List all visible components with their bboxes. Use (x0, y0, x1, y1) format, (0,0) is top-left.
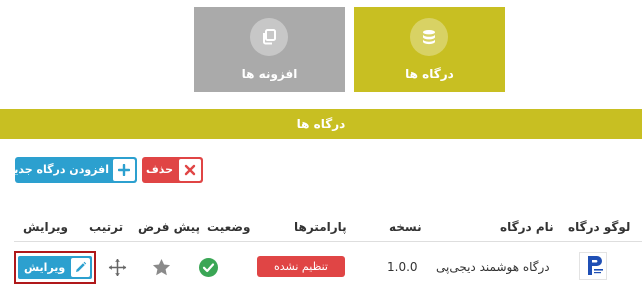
delete-label: حذف (145, 163, 173, 176)
edit-highlight: ویرایش (14, 251, 96, 284)
gateway-version: 1.0.0 (387, 260, 418, 274)
addons-tile[interactable]: افزونه ها (194, 7, 345, 92)
gateways-tile[interactable]: درگاه ها (354, 7, 505, 92)
header-version: نسخه (389, 220, 422, 234)
delete-button[interactable]: حذف (142, 157, 203, 183)
section-title: درگاه ها (0, 109, 642, 139)
addons-tile-label: افزونه ها (241, 67, 298, 81)
check-circle-icon[interactable] (199, 258, 218, 281)
add-gateway-button[interactable]: افزودن درگاه جدید (8, 157, 137, 183)
header-edit: ویرایش (23, 220, 69, 234)
header-name: نام درگاه (500, 220, 554, 234)
plus-icon (113, 159, 135, 181)
edit-label: ویرایش (24, 261, 66, 274)
header-logo: لوگو درگاه (568, 220, 631, 234)
star-icon[interactable] (152, 258, 171, 281)
edit-button[interactable]: ویرایش (18, 256, 92, 279)
copy-icon (250, 18, 288, 56)
header-order: ترتیب (89, 220, 124, 234)
params-status-badge[interactable]: تنظیم نشده (257, 256, 345, 277)
database-icon (410, 18, 448, 56)
gateway-name: درگاه هوشمند دیجی‌پی (436, 260, 550, 274)
move-icon[interactable] (108, 258, 127, 281)
header-params: پارامترها (294, 220, 347, 234)
add-gateway-label: افزودن درگاه جدید (7, 163, 109, 176)
gateways-tile-label: درگاه ها (405, 67, 454, 81)
header-default: پیش فرض (138, 220, 201, 234)
gateway-logo (579, 252, 607, 280)
header-divider (14, 241, 642, 242)
close-icon (179, 159, 201, 181)
header-status: وضعیت (207, 220, 251, 234)
pencil-icon (71, 258, 90, 277)
